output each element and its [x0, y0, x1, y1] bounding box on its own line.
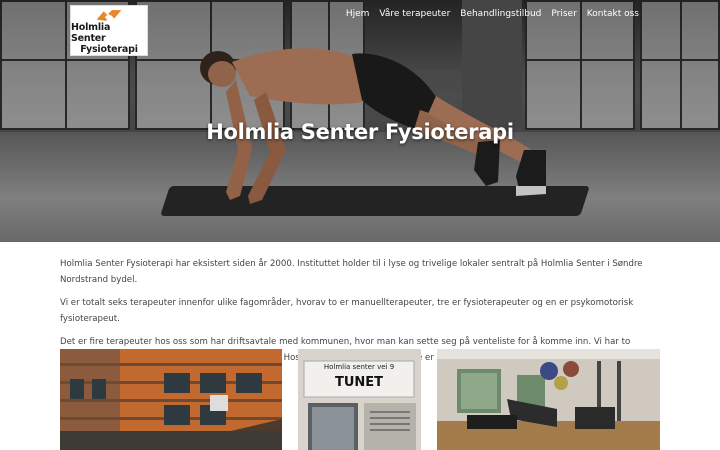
hero-title: Holmlia Senter Fysioterapi [206, 120, 514, 144]
main-navigation: Hjem Våre terapeuter Behandlingstilbud P… [341, 8, 644, 20]
logo-text-line2: Fysioterapi [80, 44, 138, 55]
entrance-sign-name: TUNET [334, 375, 384, 390]
gallery-photo-gym[interactable] [437, 349, 660, 450]
logo-mark-icon [96, 10, 122, 21]
intro-paragraph: Holmlia Senter Fysioterapi har eksistert… [60, 259, 643, 285]
nav-item-behandlingstilbud[interactable]: Behandlingstilbud [455, 8, 546, 20]
photo-gallery: Holmlia senter vei 9 TUNET [60, 349, 660, 450]
site-logo[interactable]: Holmlia Senter Fysioterapi [70, 5, 148, 56]
nav-item-priser[interactable]: Priser [546, 8, 581, 20]
hero-banner: Holmlia Senter Fysioterapi Hjem Våre ter… [0, 0, 720, 242]
logo-text-line1: Holmlia Senter [71, 22, 111, 44]
entrance-sign-address: Holmlia senter vei 9 [323, 363, 395, 371]
nav-item-vare-terapeuter[interactable]: Våre terapeuter [374, 8, 455, 20]
intro-paragraph: Vi er totalt seks terapeuter innenfor ul… [60, 298, 634, 324]
gallery-photo-building[interactable] [60, 349, 282, 450]
gallery-photo-entrance[interactable]: Holmlia senter vei 9 TUNET [298, 349, 421, 450]
nav-item-kontakt-oss[interactable]: Kontakt oss [582, 8, 644, 20]
nav-item-hjem[interactable]: Hjem [341, 8, 375, 20]
